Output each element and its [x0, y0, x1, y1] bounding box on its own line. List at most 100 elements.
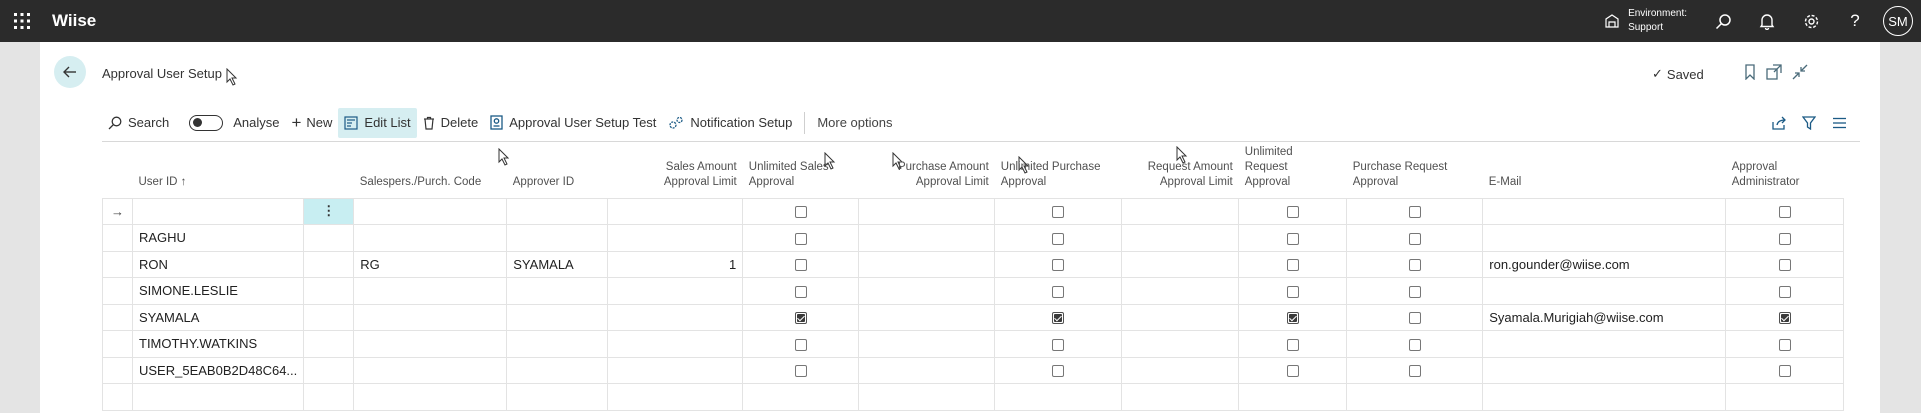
col-purchase-amount-limit[interactable]: Purchase Amount Approval Limit	[859, 144, 995, 198]
row-menu-cell[interactable]	[303, 356, 355, 384]
unl-purch-checkbox[interactable]	[1052, 338, 1065, 351]
checkbox-cell[interactable]	[1238, 356, 1348, 384]
checkbox-cell[interactable]	[1346, 277, 1484, 305]
new-entry-row[interactable]: → ⋮	[102, 197, 1845, 225]
avatar[interactable]: SM	[1883, 6, 1913, 36]
unl-purch-checkbox[interactable]	[1052, 365, 1065, 378]
table-row[interactable]: RON RG SYAMALA 1 ron.gounder@wiise.com	[102, 250, 1845, 278]
email-cell[interactable]	[1482, 224, 1727, 252]
checkbox-cell[interactable]	[1346, 224, 1484, 252]
salespers-code-cell[interactable]	[353, 197, 508, 225]
purch-req-checkbox[interactable]	[1408, 365, 1421, 378]
checkbox-cell[interactable]	[742, 330, 860, 358]
checkbox-cell[interactable]	[1725, 277, 1845, 305]
col-salespers-code[interactable]: Salespers./Purch. Code	[354, 144, 507, 198]
purch-req-checkbox[interactable]	[1408, 285, 1421, 298]
approver-id-cell[interactable]	[506, 356, 609, 384]
salespers-code-cell[interactable]	[353, 277, 508, 305]
checkbox-cell[interactable]	[1346, 330, 1484, 358]
checkbox-cell[interactable]	[742, 197, 860, 225]
unl-purch-checkbox[interactable]	[1052, 285, 1065, 298]
checkbox-cell[interactable]	[1725, 197, 1845, 225]
unl-req-checkbox[interactable]	[1286, 259, 1299, 272]
user-id-cell[interactable]: RON	[131, 250, 305, 278]
share-icon[interactable]	[1764, 116, 1794, 130]
unl-sales-checkbox[interactable]	[794, 206, 807, 219]
back-button[interactable]	[54, 56, 86, 88]
approver-id-cell[interactable]	[506, 330, 609, 358]
col-request-amount-limit[interactable]: Request Amount Approval Limit	[1122, 144, 1239, 198]
purchase-amount-limit-cell[interactable]	[858, 356, 996, 384]
col-user-id[interactable]: User ID ↑	[133, 144, 304, 198]
row-indicator[interactable]	[102, 356, 133, 384]
checkbox-cell[interactable]	[994, 197, 1123, 225]
purchase-amount-limit-cell[interactable]	[858, 197, 996, 225]
email-cell[interactable]	[1482, 197, 1727, 225]
checkbox-cell[interactable]	[1238, 197, 1348, 225]
approver-id-cell[interactable]	[506, 303, 609, 331]
salespers-code-cell[interactable]	[353, 356, 508, 384]
checkbox-cell[interactable]	[994, 356, 1123, 384]
row-menu-cell[interactable]	[303, 250, 355, 278]
user-id-cell[interactable]: USER_5EAB0B2D48C64...	[131, 356, 305, 384]
sales-amount-limit-cell[interactable]: 1	[607, 250, 744, 278]
table-row[interactable]: TIMOTHY.WATKINS	[102, 330, 1845, 358]
admin-checkbox[interactable]	[1778, 338, 1791, 351]
checkbox-cell[interactable]	[1238, 303, 1348, 331]
col-unlimited-sales[interactable]: Unlimited Sales Approval	[743, 144, 859, 198]
analyse-toggle[interactable]: Analyse	[183, 108, 285, 138]
request-amount-limit-cell[interactable]	[1121, 197, 1240, 225]
checkbox-cell[interactable]	[994, 277, 1123, 305]
admin-checkbox[interactable]	[1778, 312, 1791, 325]
filter-icon[interactable]	[1794, 116, 1824, 130]
purchase-amount-limit-cell[interactable]	[858, 277, 996, 305]
request-amount-limit-cell[interactable]	[1121, 356, 1240, 384]
col-unlimited-purchase[interactable]: Unlimited Purchase Approval	[995, 144, 1122, 198]
unl-sales-checkbox[interactable]	[794, 312, 807, 325]
unl-req-checkbox[interactable]	[1286, 365, 1299, 378]
purchase-amount-limit-cell[interactable]	[858, 224, 996, 252]
row-menu-cell[interactable]	[303, 303, 355, 331]
checkbox-cell[interactable]	[994, 250, 1123, 278]
sales-amount-limit-cell[interactable]	[607, 356, 744, 384]
unl-req-checkbox[interactable]	[1286, 312, 1299, 325]
request-amount-limit-cell[interactable]	[1121, 277, 1240, 305]
unl-purch-checkbox[interactable]	[1052, 259, 1065, 272]
row-indicator[interactable]: →	[102, 197, 133, 225]
user-id-cell[interactable]: TIMOTHY.WATKINS	[131, 330, 305, 358]
checkbox-cell[interactable]	[994, 330, 1123, 358]
table-row[interactable]: SIMONE.LESLIE	[102, 277, 1845, 305]
user-id-cell[interactable]: SYAMALA	[131, 303, 305, 331]
row-indicator[interactable]	[102, 224, 133, 252]
notification-setup-button[interactable]: Notification Setup	[662, 108, 798, 138]
unl-purch-checkbox[interactable]	[1052, 232, 1065, 245]
checkbox-cell[interactable]	[994, 303, 1123, 331]
unl-req-checkbox[interactable]	[1286, 338, 1299, 351]
search-icon[interactable]	[1701, 0, 1745, 42]
checkbox-cell[interactable]	[1238, 224, 1348, 252]
salespers-code-cell[interactable]: RG	[353, 250, 508, 278]
bell-icon[interactable]	[1745, 0, 1789, 42]
checkbox-cell[interactable]	[994, 224, 1123, 252]
checkbox-cell[interactable]	[1725, 224, 1845, 252]
request-amount-limit-cell[interactable]	[1121, 330, 1240, 358]
salespers-code-cell[interactable]	[353, 224, 508, 252]
checkbox-cell[interactable]	[1725, 303, 1845, 331]
unl-purch-checkbox[interactable]	[1052, 206, 1065, 219]
checkbox-cell[interactable]	[742, 277, 860, 305]
app-name[interactable]: Wiise	[52, 11, 96, 31]
open-new-window-icon[interactable]	[1764, 62, 1784, 82]
col-unlimited-request[interactable]: Unlimited Request Approval	[1239, 144, 1347, 198]
sales-amount-limit-cell[interactable]	[607, 277, 744, 305]
purch-req-checkbox[interactable]	[1408, 206, 1421, 219]
checkbox-cell[interactable]	[1346, 303, 1484, 331]
salespers-code-cell[interactable]	[353, 303, 508, 331]
unl-req-checkbox[interactable]	[1286, 232, 1299, 245]
email-cell[interactable]: Syamala.Murigiah@wiise.com	[1482, 303, 1727, 331]
sales-amount-limit-cell[interactable]	[607, 197, 744, 225]
edit-list-button[interactable]: Edit List	[338, 107, 417, 138]
checkbox-cell[interactable]	[1725, 330, 1845, 358]
unl-req-checkbox[interactable]	[1286, 206, 1299, 219]
checkbox-cell[interactable]	[1238, 330, 1348, 358]
unl-sales-checkbox[interactable]	[794, 365, 807, 378]
